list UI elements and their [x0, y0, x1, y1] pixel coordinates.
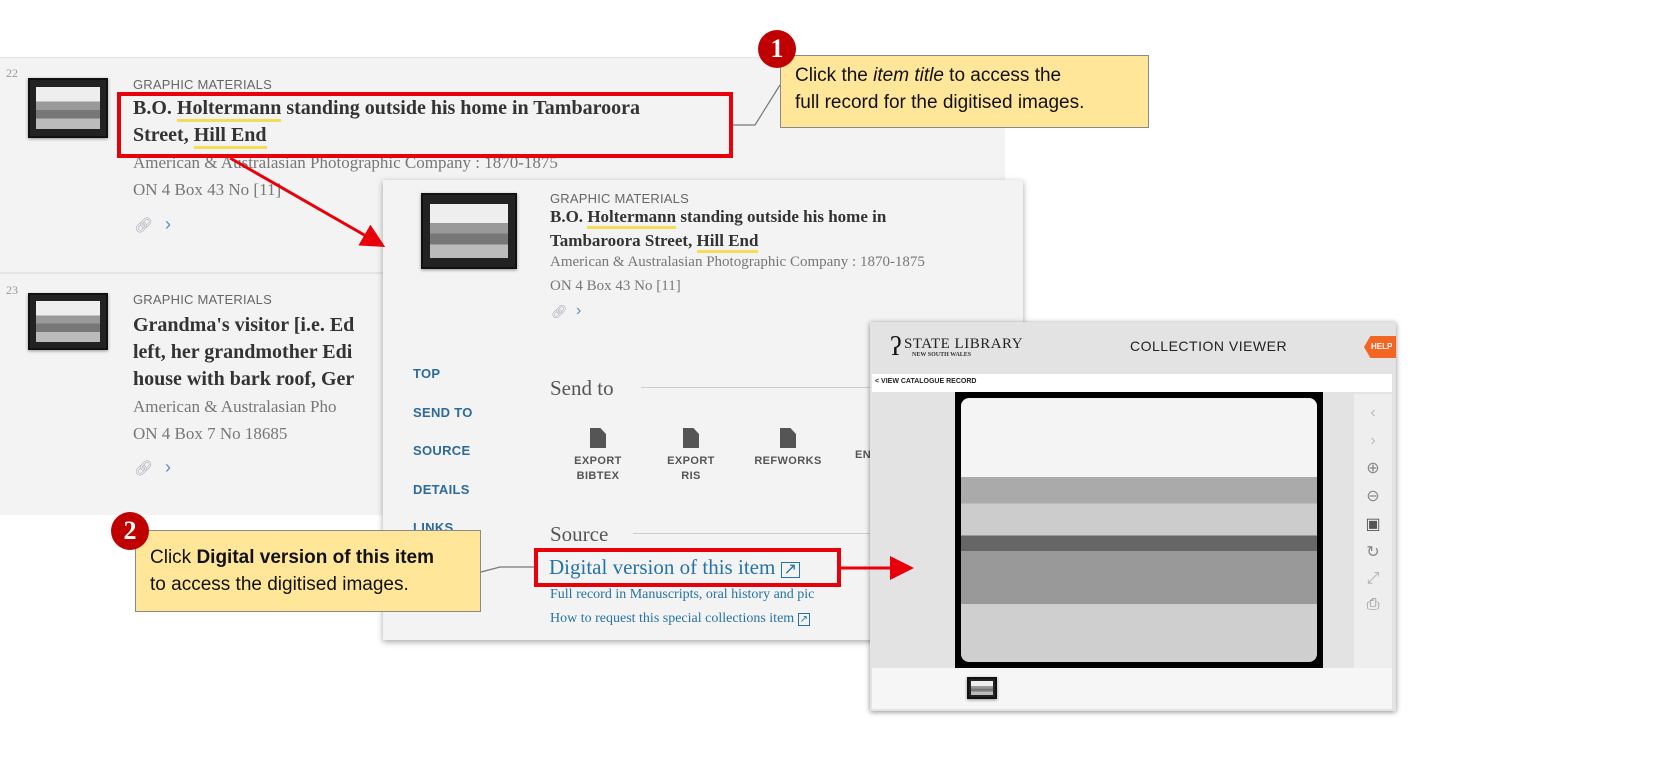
callout-step-2: Click Digital version of this item to acc… [135, 530, 481, 612]
step-badge-2: 2 [111, 512, 149, 550]
callout-step-1: Click the item title to access the full r… [780, 55, 1149, 128]
callout-leader [480, 566, 534, 573]
highlight-box-title [117, 92, 733, 158]
callout-leader [733, 84, 781, 126]
highlight-box-digital-version [534, 548, 841, 587]
arrow [229, 156, 386, 247]
step-badge-1: 1 [758, 30, 796, 68]
